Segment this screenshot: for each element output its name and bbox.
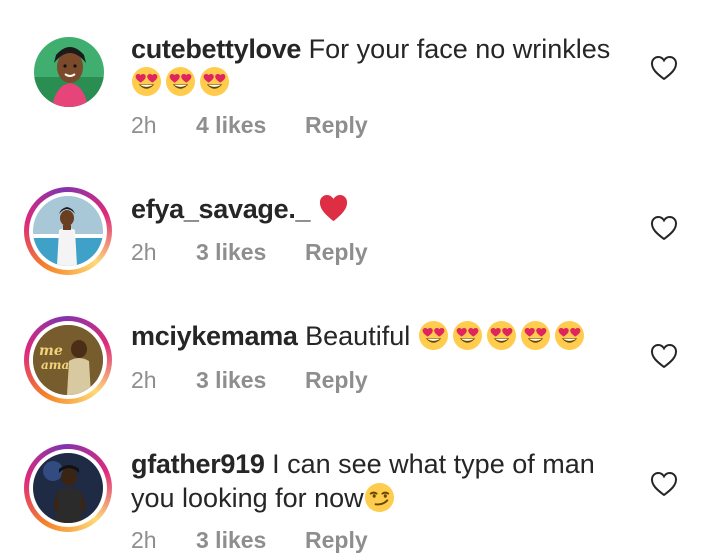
heart-eyes-emoji-icon [165, 67, 196, 97]
heart-eyes-emoji-icon [452, 321, 482, 351]
comment-username[interactable]: cutebettylove [131, 34, 301, 64]
comment-body: For your face no wrinkles [308, 34, 611, 64]
comment-emoji-line [131, 65, 230, 99]
comment-time: 2h [131, 527, 157, 553]
heart-eyes-emoji-icon [199, 67, 230, 97]
emoji-group [364, 482, 395, 513]
avatar-story-ring[interactable] [24, 444, 112, 532]
comment-time: 2h [131, 239, 157, 265]
heart-eyes-emoji-icon [486, 321, 516, 351]
svg-text:ama: ama [41, 358, 69, 372]
emoji-group [131, 66, 230, 97]
comment-time: 2h [131, 112, 157, 138]
emoji-group [318, 193, 349, 224]
like-heart-icon[interactable] [650, 343, 678, 369]
comment-body-continued: you looking for now [131, 483, 364, 513]
reply-button[interactable]: Reply [305, 238, 368, 266]
avatar-story-ring[interactable] [24, 187, 112, 275]
avatar-story-ring[interactable]: me ama [24, 316, 112, 404]
avatar[interactable] [34, 37, 104, 107]
comment-username[interactable]: gfather919 [131, 449, 265, 479]
comment-text: mciykemama Beautiful [131, 319, 585, 353]
comment-meta: 2h 3 likes Reply [131, 366, 368, 394]
reply-button[interactable]: Reply [305, 366, 368, 394]
emoji-group [418, 320, 585, 351]
reply-button[interactable]: Reply [305, 111, 368, 139]
comment-text: cutebettylove For your face no wrinkles [131, 32, 610, 66]
comment-text: efya_savage._ [131, 192, 349, 226]
comment-meta: 2h 3 likes Reply [131, 526, 368, 554]
red-heart-emoji-icon [319, 195, 347, 222]
comment-username[interactable]: efya_savage._ [131, 194, 311, 224]
heart-eyes-emoji-icon [554, 321, 584, 351]
svg-text:me: me [39, 343, 63, 359]
smirk-emoji-icon [364, 483, 394, 513]
reply-button[interactable]: Reply [305, 526, 368, 554]
avatar-image [33, 453, 103, 523]
comment-likes-link[interactable]: 3 likes [196, 526, 305, 554]
heart-eyes-emoji-icon [418, 321, 448, 351]
comment-username[interactable]: mciykemama [131, 321, 298, 351]
comment-likes-link[interactable]: 4 likes [196, 111, 305, 139]
comment-body: Beautiful [305, 321, 411, 351]
avatar-image [33, 196, 103, 266]
comment-text-line2: you looking for now [131, 481, 395, 515]
like-heart-icon[interactable] [650, 471, 678, 497]
comment-body: I can see what type of man [272, 449, 595, 479]
like-heart-icon[interactable] [650, 215, 678, 241]
avatar-image [34, 37, 104, 107]
comment-time: 2h [131, 367, 157, 393]
comment-likes-link[interactable]: 3 likes [196, 366, 305, 394]
like-heart-icon[interactable] [650, 55, 678, 81]
comment-meta: 2h 4 likes Reply [131, 111, 368, 139]
comment-text: gfather919 I can see what type of man [131, 447, 595, 481]
comment-likes-link[interactable]: 3 likes [196, 238, 305, 266]
comment-meta: 2h 3 likes Reply [131, 238, 368, 266]
heart-eyes-emoji-icon [520, 321, 550, 351]
heart-eyes-emoji-icon [131, 67, 162, 97]
avatar-image: me ama [33, 325, 103, 395]
